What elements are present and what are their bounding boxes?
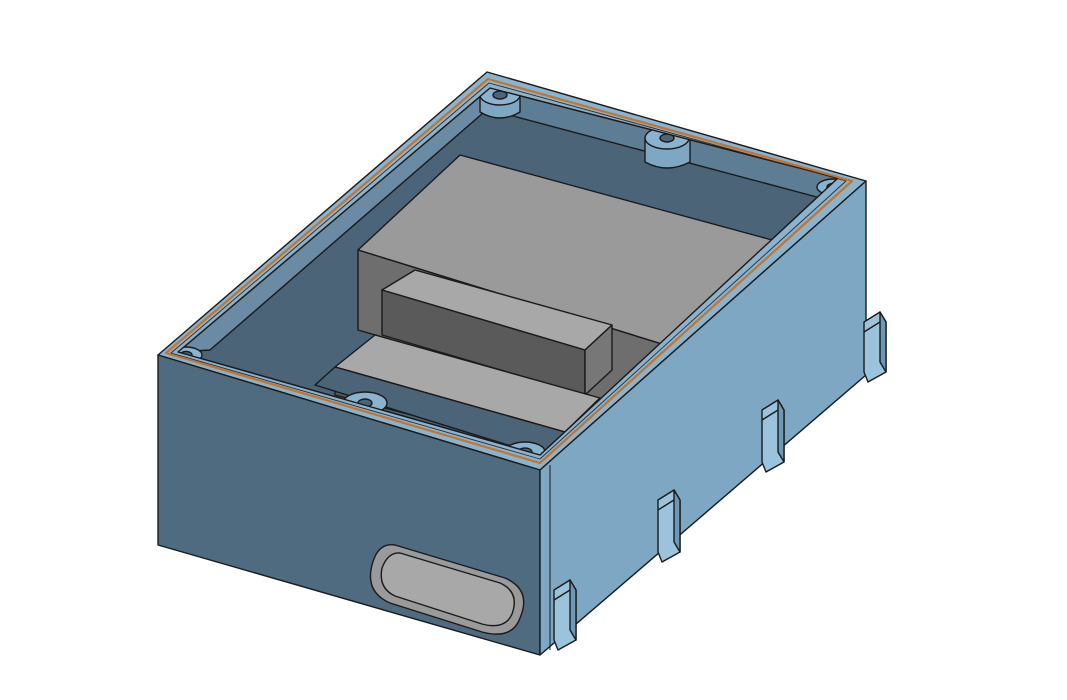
snap-tab (863, 311, 887, 383)
enclosure-model[interactable] (0, 0, 1067, 700)
cad-viewport[interactable] (0, 0, 1067, 700)
snap-tab (761, 399, 785, 473)
snap-tab (657, 489, 681, 563)
snap-tab (553, 579, 577, 651)
